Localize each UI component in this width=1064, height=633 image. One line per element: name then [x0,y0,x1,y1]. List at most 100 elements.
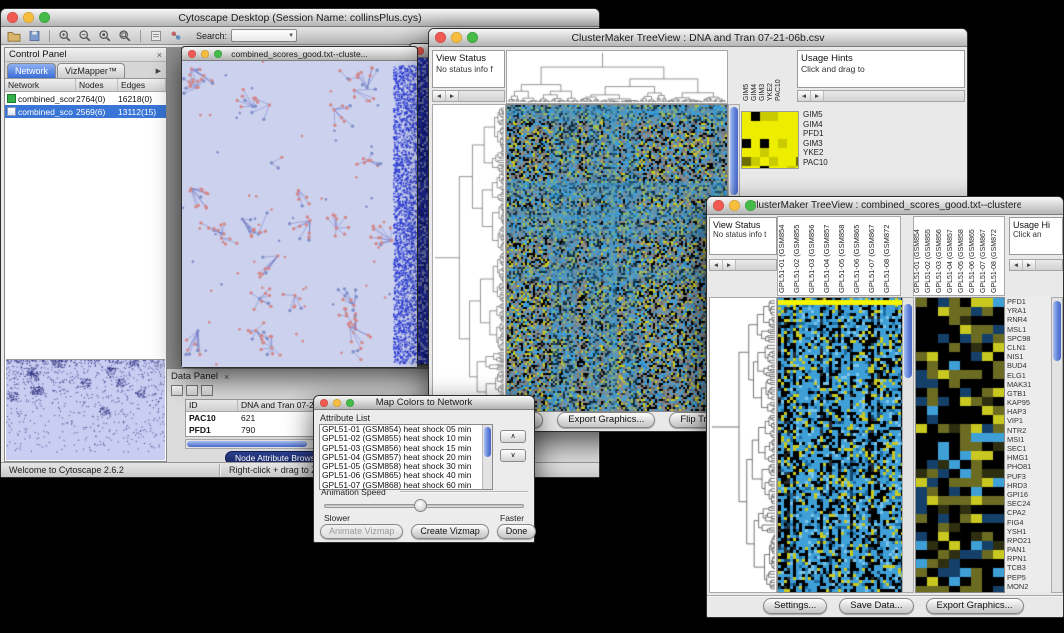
close-button[interactable] [713,200,724,211]
column-label[interactable]: PAC10 [775,50,783,103]
main-titlebar[interactable]: Cytoscape Desktop (Session Name: collins… [1,9,599,27]
close-button[interactable] [320,399,328,407]
column-label[interactable]: GIM3 [759,50,767,103]
gene-label[interactable]: FIG4 [1007,518,1051,527]
column-header[interactable]: Edges [118,79,166,91]
dialog-button[interactable]: Done [497,524,537,539]
gene-label[interactable]: ELG1 [1007,371,1051,380]
column-label[interactable]: GPL51-04 (GSM857 [823,217,838,295]
matrix-panel-icon[interactable] [201,385,213,396]
gene-label[interactable]: YSH1 [1007,527,1051,536]
zoom-button[interactable] [214,50,222,58]
gene-label[interactable]: HMG1 [1007,453,1051,462]
nav-track[interactable] [736,260,776,270]
nav-track[interactable] [824,91,964,101]
dialog-button[interactable]: Animate Vizmap [320,524,403,539]
attribute-listbox[interactable]: GPL51-01 (GSM854) heat shock 05 minGPL51… [319,424,493,490]
scrollbar-thumb[interactable] [730,107,738,195]
row-tree-nav[interactable]: ◄ ► [709,259,777,271]
gene-label[interactable]: HAP3 [1007,407,1051,416]
close-icon[interactable]: × [157,50,162,60]
gene-label[interactable]: GIM5 [803,110,828,120]
column-label[interactable]: GPL51-02 (GSM855 [793,217,808,295]
gene-label[interactable]: PUF3 [1007,472,1051,481]
gene-label[interactable]: MSL1 [1007,325,1051,334]
open-session-icon[interactable] [6,29,22,43]
close-button[interactable] [188,50,196,58]
zoom-in-icon[interactable] [57,29,73,43]
treeview-button[interactable]: Settings... [763,598,827,614]
arrow-right-icon[interactable]: ► [1023,260,1036,270]
close-icon[interactable]: × [224,372,229,382]
scrollbar-thumb[interactable] [484,427,491,457]
gene-label[interactable]: MON2 [1007,582,1051,591]
gene-label[interactable]: MSI1 [1007,435,1051,444]
gene-label[interactable]: MAK31 [1007,380,1051,389]
gene-label[interactable]: GPI16 [1007,490,1051,499]
treeview-dna-titlebar[interactable]: ClusterMaker TreeView : DNA and Tran 07-… [429,29,967,47]
save-session-icon[interactable] [26,29,42,43]
column-header[interactable]: Network [5,79,76,91]
network-overview-thumbnail[interactable] [6,359,165,460]
move-down-button[interactable]: ∨ [500,449,526,462]
gene-label[interactable]: PEP5 [1007,573,1051,582]
gene-label[interactable]: PFD1 [803,129,828,139]
search-input[interactable]: ▼ [231,29,297,42]
column-label[interactable]: GPL51-08 (GSM872 [883,217,898,295]
network-view-titlebar[interactable]: combined_scores_good.txt--cluste... [182,47,417,61]
column-label[interactable]: GPL51-07 (GSM867 [980,217,991,295]
column-header[interactable]: ID [186,400,238,411]
column-label[interactable]: GPL51-03 (GSM856 [808,217,823,295]
gene-label[interactable]: VIP1 [1007,416,1051,425]
nav-track[interactable] [459,91,504,101]
column-label[interactable]: YKE2 [767,50,775,103]
column-label[interactable]: GPL51-06 (GSM865 [969,217,980,295]
minimize-button[interactable] [23,12,34,23]
gene-label[interactable]: NIS1 [1007,352,1051,361]
gene-label[interactable]: GIM4 [803,120,828,130]
close-button[interactable] [7,12,18,23]
gene-label[interactable]: GIM3 [803,139,828,149]
zoom-button[interactable] [346,399,354,407]
treeview-combined-titlebar[interactable]: ClusterMaker TreeView : combined_scores_… [707,197,1063,215]
network-list-item[interactable]: combined_sco 2569(6) 13112(15) [5,105,166,118]
column-label[interactable]: GPL51-01 (GSM854 [914,217,925,295]
gene-label[interactable]: TCB3 [1007,563,1051,572]
expression-heatmap-canvas[interactable] [506,104,728,412]
gene-label[interactable]: YKE2 [803,148,828,158]
scrollbar-thumb[interactable] [1053,301,1061,361]
gene-label[interactable]: PAN1 [1007,545,1051,554]
gene-label[interactable]: BUD4 [1007,361,1051,370]
treeview-button[interactable]: Export Graphics... [557,412,655,428]
minimize-button[interactable] [333,399,341,407]
gene-label[interactable]: KAP95 [1007,398,1051,407]
column-label[interactable]: GPL51-03 (GSM856 [936,217,947,295]
gene-label[interactable]: PAC10 [803,158,828,168]
zoom-heatmap-canvas[interactable] [915,297,1005,593]
zoom-button[interactable] [745,200,756,211]
gene-label[interactable]: CPA2 [1007,508,1051,517]
minimize-button[interactable] [201,50,209,58]
column-tree-nav[interactable]: ◄ ► [1009,259,1063,271]
gene-label[interactable]: NTR2 [1007,426,1051,435]
row-dendrogram-canvas[interactable] [709,297,777,593]
select-attributes-icon[interactable] [186,385,198,396]
arrow-left-icon[interactable]: ◄ [710,260,723,270]
tab-overflow-icon[interactable]: ▶ [156,67,164,75]
column-label[interactable]: GPL51-01 (GSM854 [778,217,793,295]
global-heatmap-canvas[interactable] [777,297,903,593]
dialog-button[interactable]: Create Vizmap [411,524,488,539]
minimize-button[interactable] [451,32,462,43]
minimize-button[interactable] [729,200,740,211]
scrollbar-thumb[interactable] [187,441,307,447]
control-panel-tab[interactable]: Network [7,63,56,78]
column-label[interactable]: GPL51-06 (GSM865 [853,217,868,295]
column-label[interactable]: GPL51-02 (GSM855 [925,217,936,295]
control-panel-tab[interactable]: VizMapper™ [57,63,125,78]
arrow-right-icon[interactable]: ► [446,91,459,101]
column-label[interactable]: GIM5 [743,50,751,103]
annotation-icon[interactable] [148,29,164,43]
gene-label[interactable]: SEC24 [1007,499,1051,508]
zoom-fit-icon[interactable] [117,29,133,43]
network-list-item[interactable]: combined_scores 2764(0) 16218(0) [5,92,166,105]
